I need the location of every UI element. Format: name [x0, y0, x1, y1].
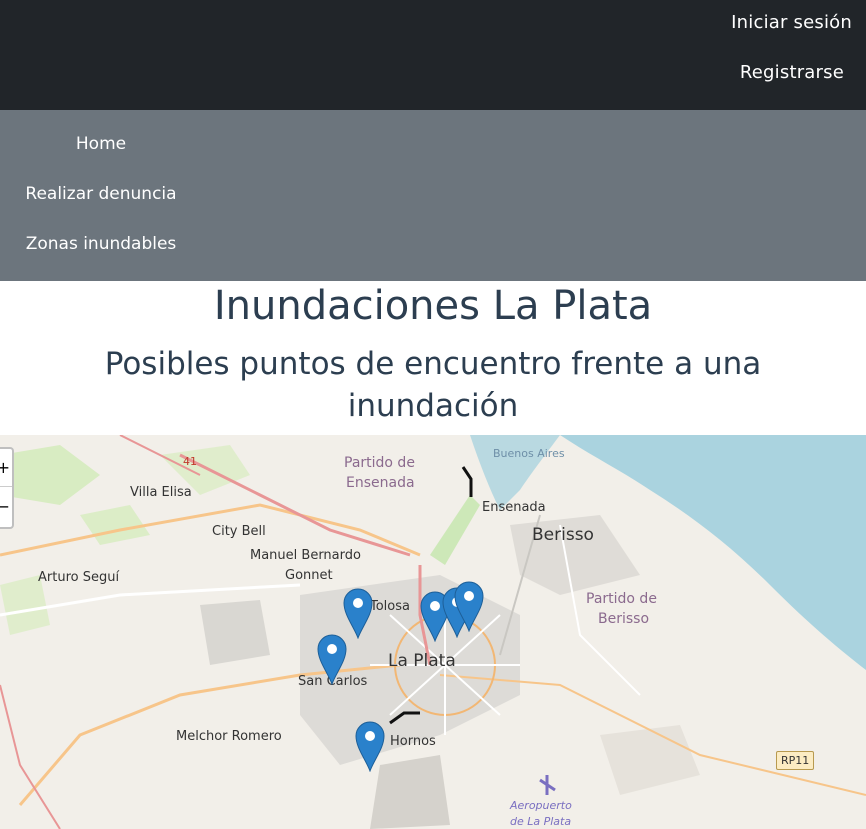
- map-marker-icon: [454, 581, 484, 632]
- map-label-manuel-bernardo: Manuel Bernardo: [250, 548, 361, 563]
- register-link[interactable]: Registrarse: [740, 62, 844, 83]
- map-label-aeropuerto-1: Aeropuerto: [510, 799, 572, 812]
- map-route-41: 41: [183, 455, 197, 468]
- map-label-melchor-romero: Melchor Romero: [176, 729, 282, 744]
- map-label-partido-berisso-1: Partido de: [586, 591, 657, 607]
- map-label-ensenada: Ensenada: [482, 500, 546, 515]
- map-marker-tolosa[interactable]: [342, 587, 374, 639]
- map-label-partido-berisso-2: Berisso: [598, 611, 650, 627]
- main-nav: Home Realizar denuncia Zonas inundables: [0, 110, 866, 281]
- map-marker-san-carlos[interactable]: [316, 633, 348, 685]
- zoom-in-button[interactable]: +: [0, 449, 12, 487]
- map-marker-la-plata-3[interactable]: [453, 580, 485, 632]
- map-label-arturo-segui: Arturo Seguí: [38, 570, 120, 585]
- map-marker-hornos[interactable]: [354, 720, 386, 772]
- zoom-out-button[interactable]: −: [0, 488, 12, 526]
- map-label-gonnet: Gonnet: [285, 568, 333, 583]
- map-label-berisso: Berisso: [532, 525, 594, 545]
- page-title: Inundaciones La Plata: [213, 283, 653, 329]
- nav-item-realizar-denuncia[interactable]: Realizar denuncia: [0, 184, 202, 204]
- map-label-la-plata: La Plata: [388, 651, 456, 671]
- map-label-city-bell: City Bell: [212, 524, 266, 539]
- map-marker-icon: [355, 721, 385, 772]
- map-label-partido-ensenada-1: Partido de: [344, 455, 415, 471]
- page-subtitle: Posibles puntos de encuentro frente a un…: [104, 346, 762, 424]
- map-label-aeropuerto-2: de La Plata: [510, 815, 572, 828]
- map-label-hornos: Hornos: [390, 734, 436, 749]
- map-label-partido-ensenada-2: Ensenada: [346, 475, 415, 491]
- map-label-buenos-aires: Buenos Aires: [493, 447, 565, 460]
- login-link[interactable]: Iniciar sesión: [731, 12, 852, 33]
- map-route-rp11: RP11: [776, 751, 815, 770]
- zoom-control: + −: [0, 447, 14, 529]
- map-label-villa-elisa: Villa Elisa: [130, 485, 192, 500]
- nav-item-zonas-inundables[interactable]: Zonas inundables: [0, 234, 202, 254]
- nav-item-home[interactable]: Home: [0, 134, 202, 154]
- map-marker-icon: [317, 634, 347, 685]
- map-label-tolosa: Tolosa: [370, 599, 410, 614]
- top-navbar: Iniciar sesión Registrarse: [0, 0, 866, 110]
- map-marker-icon: [343, 588, 373, 639]
- map-container[interactable]: + − Villa Elisa City Bell Manuel Bernard…: [0, 435, 866, 829]
